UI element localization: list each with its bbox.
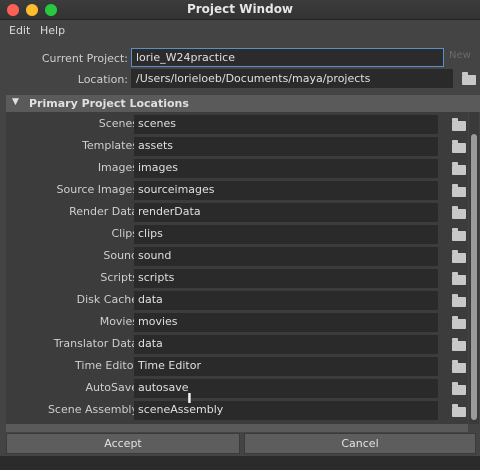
folder-icon[interactable] [452, 382, 466, 395]
folder-icon[interactable] [452, 338, 466, 351]
cancel-button[interactable]: Cancel [244, 433, 476, 454]
row-label: Scripts [100, 271, 138, 284]
title-bar: Project Window [0, 0, 480, 20]
location-row-scenes: Scenes scenes [6, 114, 468, 134]
folder-icon[interactable] [452, 162, 466, 175]
location-row-translator-data: Translator Data data [6, 334, 468, 354]
row-label: Translator Data [53, 337, 138, 350]
translator-data-path-input[interactable]: data [134, 335, 438, 354]
menu-bar: Edit Help [0, 20, 480, 39]
location-row-clips: Clips clips [6, 224, 468, 244]
time-editor-path-input[interactable]: Time Editor [134, 357, 438, 376]
row-label: Source Images [56, 183, 138, 196]
location-row-source-images: Source Images sourceimages [6, 180, 468, 200]
folder-icon[interactable] [452, 250, 466, 263]
menu-edit[interactable]: Edit [9, 24, 30, 37]
folder-icon[interactable] [452, 228, 466, 241]
folder-icon[interactable] [452, 184, 466, 197]
scrollbar-thumb[interactable] [471, 134, 477, 420]
source-images-path-input[interactable]: sourceimages [134, 181, 438, 200]
row-label: Movies [99, 315, 138, 328]
text-cursor-icon: I [187, 392, 192, 407]
row-label: Render Data [69, 205, 138, 218]
current-project-input[interactable]: lorie_W24practice [131, 48, 444, 67]
scripts-path-input[interactable]: scripts [134, 269, 438, 288]
row-label: Scenes [98, 117, 138, 130]
location-row-sound: Sound sound [6, 246, 468, 266]
folder-icon[interactable] [452, 316, 466, 329]
folder-icon[interactable] [452, 118, 466, 131]
folder-icon[interactable] [452, 404, 466, 417]
row-label: Scene Assembly [47, 403, 138, 416]
triangle-down-icon: ▼ [12, 97, 19, 107]
accept-button[interactable]: Accept [6, 433, 240, 454]
bottom-strip [0, 456, 480, 470]
current-project-label: Current Project: [41, 52, 128, 65]
row-label: Disk Cache [76, 293, 138, 306]
folder-icon[interactable] [452, 360, 466, 373]
location-input[interactable]: /Users/lorieloeb/Documents/maya/projects [131, 69, 453, 88]
secondary-section-header-partial[interactable] [6, 424, 468, 432]
window-title: Project Window [186, 2, 294, 16]
location-row-render-data: Render Data renderData [6, 202, 468, 222]
folder-icon[interactable] [452, 140, 466, 153]
render-data-path-input[interactable]: renderData [134, 203, 438, 222]
location-row-time-editor: Time Editor Time Editor [6, 356, 468, 376]
location-row-autosave: AutoSave autosave [6, 378, 468, 398]
row-label: Templates [82, 139, 138, 152]
sound-path-input[interactable]: sound [134, 247, 438, 266]
scenes-path-input[interactable]: scenes [134, 115, 438, 134]
location-row-scripts: Scripts scripts [6, 268, 468, 288]
row-label: Images [97, 161, 138, 174]
primary-locations-list: Scenes scenes Templates assets Images im… [6, 112, 468, 424]
autosave-path-input[interactable]: autosave [134, 379, 438, 398]
disk-cache-path-input[interactable]: data [134, 291, 438, 310]
movies-path-input[interactable]: movies [134, 313, 438, 332]
clips-path-input[interactable]: clips [134, 225, 438, 244]
primary-locations-header[interactable]: ▼ Primary Project Locations [6, 95, 480, 112]
section-title: Primary Project Locations [29, 97, 189, 110]
new-project-button[interactable]: New [449, 50, 471, 61]
menu-help[interactable]: Help [40, 24, 65, 37]
row-label: AutoSave [85, 381, 138, 394]
folder-icon[interactable] [462, 72, 476, 85]
folder-icon[interactable] [452, 206, 466, 219]
folder-icon[interactable] [452, 294, 466, 307]
templates-path-input[interactable]: assets [134, 137, 438, 156]
location-row-movies: Movies movies [6, 312, 468, 332]
row-label: Sound [103, 249, 138, 262]
folder-icon[interactable] [452, 272, 466, 285]
row-label: Time Editor [75, 359, 138, 372]
location-row-scene-assembly: Scene Assembly sceneAssembly [6, 400, 468, 420]
location-row-disk-cache: Disk Cache data [6, 290, 468, 310]
images-path-input[interactable]: images [134, 159, 438, 178]
location-row-templates: Templates assets [6, 136, 468, 156]
location-row-images: Images images [6, 158, 468, 178]
scene-assembly-path-input[interactable]: sceneAssembly [134, 401, 438, 420]
location-label: Location: [77, 73, 128, 86]
